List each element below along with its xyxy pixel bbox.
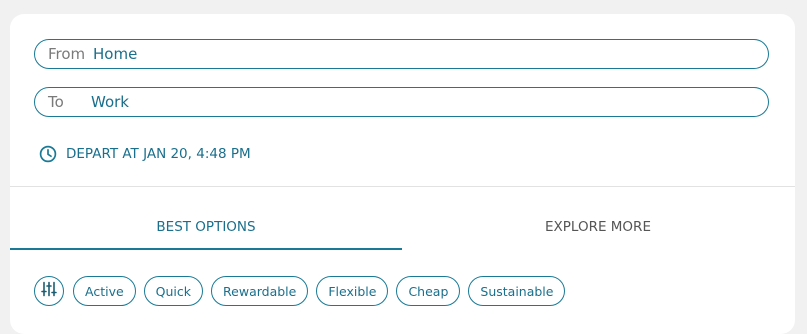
chip-sustainable[interactable]: Sustainable — [468, 276, 566, 306]
results-tabs: BEST OPTIONS EXPLORE MORE — [10, 210, 795, 250]
from-value[interactable]: Home — [93, 45, 137, 63]
to-label: To — [48, 93, 64, 111]
trip-planner-card: From Home To Work DEPART AT JAN 20, 4:48… — [10, 14, 795, 334]
from-field[interactable]: From Home — [34, 39, 769, 69]
chip-cheap[interactable]: Cheap — [396, 276, 461, 306]
from-label: From — [48, 45, 86, 63]
depart-time-button[interactable]: DEPART AT JAN 20, 4:48 PM — [39, 145, 251, 163]
to-value[interactable]: Work — [91, 93, 129, 111]
chip-quick[interactable]: Quick — [143, 276, 204, 306]
sliders-icon — [40, 280, 58, 302]
chip-active[interactable]: Active — [73, 276, 136, 306]
tab-explore-more[interactable]: EXPLORE MORE — [402, 210, 794, 250]
divider — [10, 186, 795, 187]
filter-chips: Active Quick Rewardable Flexible Cheap S… — [34, 276, 566, 306]
chip-rewardable[interactable]: Rewardable — [211, 276, 309, 306]
tab-best-options[interactable]: BEST OPTIONS — [10, 210, 402, 250]
filter-settings-button[interactable] — [34, 276, 64, 306]
chip-flexible[interactable]: Flexible — [316, 276, 389, 306]
to-field[interactable]: To Work — [34, 87, 769, 117]
clock-icon — [39, 145, 57, 163]
depart-time-text: DEPART AT JAN 20, 4:48 PM — [66, 146, 251, 162]
